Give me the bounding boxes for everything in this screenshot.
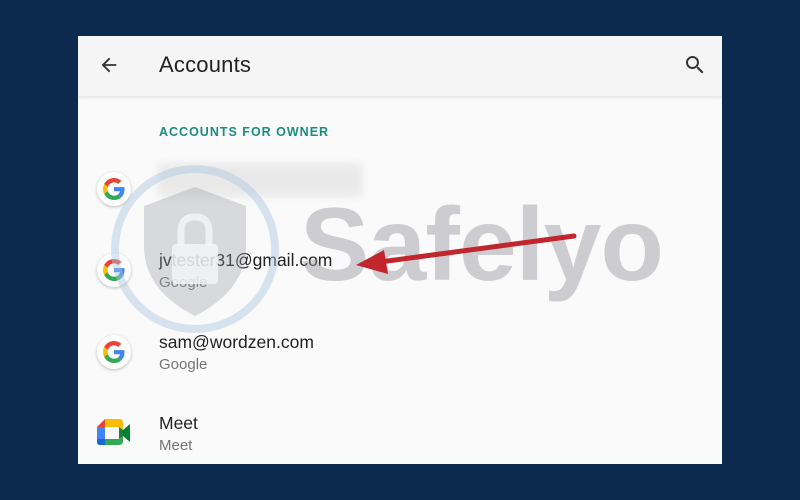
- google-icon: [97, 335, 131, 369]
- google-meet-icon: [97, 416, 131, 450]
- account-type: Google: [159, 356, 208, 373]
- account-type: Google: [159, 274, 208, 291]
- back-button[interactable]: [96, 52, 122, 78]
- search-button[interactable]: [682, 52, 708, 78]
- app-bar: Accounts: [78, 36, 722, 96]
- search-icon: [686, 56, 704, 74]
- google-icon: [97, 253, 131, 287]
- account-row-jvtester31[interactable]: jvtester31@gmail.com Google: [78, 236, 722, 308]
- google-icon: [97, 172, 131, 206]
- account-row-sam[interactable]: sam@wordzen.com Google: [78, 318, 722, 390]
- account-row-meet[interactable]: Meet Meet: [78, 399, 722, 464]
- page-title: Accounts: [159, 52, 252, 77]
- account-email: jvtester31@gmail.com: [159, 250, 333, 270]
- section-header: ACCOUNTS FOR OWNER: [159, 125, 330, 139]
- arrow-back-icon: [101, 57, 117, 73]
- account-name: Meet: [159, 413, 198, 433]
- account-email: sam@wordzen.com: [159, 332, 314, 352]
- redacted-account-name: [158, 163, 362, 197]
- accounts-screen: Accounts ACCOUNTS FOR OWNER jvtester31@g…: [78, 36, 722, 464]
- account-type: Meet: [159, 437, 193, 454]
